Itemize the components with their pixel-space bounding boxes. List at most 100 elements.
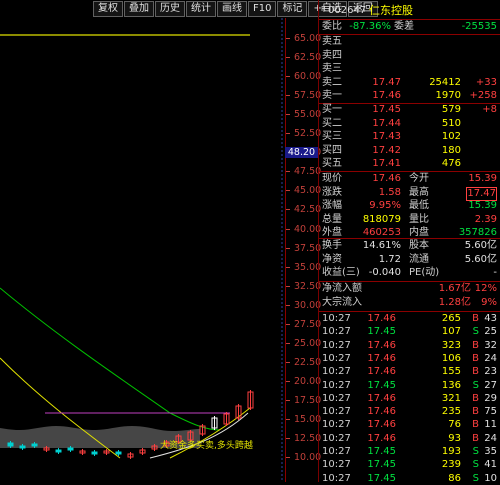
quote-value: 17.46 <box>372 173 401 184</box>
fundamental-value: 14.61% <box>362 240 401 251</box>
sell-level-row: 卖二 17.47 25412 +33 <box>319 77 500 89</box>
buy-level-volume: 102 <box>441 131 461 143</box>
tick-count: 32 <box>484 339 497 351</box>
axis-tickmark <box>286 114 290 116</box>
tick-side: B <box>472 392 479 404</box>
tick-count: 11 <box>484 419 497 431</box>
toolbar-button-1[interactable]: 叠加 <box>124 1 154 17</box>
sell-level-row: 卖三 <box>319 63 500 75</box>
buy-level-label: 买二 <box>322 117 342 129</box>
buy-level-price: 17.41 <box>372 158 401 170</box>
order-ratio-row: 委比 -87.36% 委差 -25535 <box>319 21 500 33</box>
axis-tickmark <box>286 266 290 268</box>
tick-time: 10:27 <box>322 366 351 378</box>
tick-price: 17.45 <box>367 379 396 391</box>
fundamental-row: 收益(三) -0.040 PE(动) - <box>319 267 500 279</box>
tick-list-row: 10:27 17.46 321 B 29 <box>319 393 500 405</box>
fundamental-label: 净资 <box>322 253 342 265</box>
sell-level-row: 卖四 <box>319 50 500 62</box>
tick-volume: 86 <box>448 472 461 484</box>
tick-list-row: 10:27 17.46 323 B 32 <box>319 340 500 352</box>
tick-volume: 235 <box>441 406 461 418</box>
sell-level-label: 卖四 <box>322 49 342 61</box>
toolbar-button-0[interactable]: 复权 <box>93 1 123 17</box>
axis-tickmark <box>286 380 290 382</box>
tick-time: 10:27 <box>322 406 351 418</box>
tick-time: 10:27 <box>322 352 351 364</box>
tick-time: 10:27 <box>322 419 351 431</box>
tick-side: B <box>472 339 479 351</box>
tick-count: 41 <box>484 459 497 471</box>
tick-time: 10:27 <box>322 379 351 391</box>
kline-chart[interactable]: 大资金多买卖,多头跨越 <box>0 18 285 482</box>
axis-tickmark <box>286 133 290 135</box>
tick-side: S <box>472 326 479 338</box>
buy-level-price: 17.42 <box>372 144 401 156</box>
ratio-value: -87.36% <box>349 21 391 32</box>
tick-count: 43 <box>484 313 497 324</box>
sell-level-volume: 25412 <box>429 76 461 88</box>
tick-price: 17.46 <box>367 313 396 324</box>
tick-volume: 193 <box>441 446 461 457</box>
toolbar-button-6[interactable]: 标记 <box>277 1 308 17</box>
tick-volume: 155 <box>441 366 461 378</box>
toolbar-button-4[interactable]: 画线 <box>217 1 247 17</box>
tick-price: 17.46 <box>367 419 396 431</box>
tick-list-row: 10:27 17.46 76 B 11 <box>319 419 500 431</box>
tick-count: 23 <box>484 366 497 378</box>
tick-price: 17.46 <box>367 432 396 444</box>
fundamental-label-2: 股本 <box>409 240 429 251</box>
tick-time: 10:27 <box>322 313 351 324</box>
quote-value-2: 17.47 <box>466 186 497 201</box>
buy-level-price: 17.44 <box>372 117 401 129</box>
tick-side: B <box>472 366 479 378</box>
tick-side: B <box>472 406 479 418</box>
buy-level-price: 17.45 <box>372 104 401 115</box>
tick-volume: 321 <box>441 392 461 404</box>
fund-flow-row: 大宗流入 1.28亿 9% <box>319 297 500 309</box>
sell-level-label: 卖二 <box>322 76 342 88</box>
fund-flow-value: 1.67亿 <box>438 283 471 294</box>
axis-tickmark <box>286 285 290 287</box>
tick-volume: 107 <box>441 326 461 338</box>
tick-side: B <box>472 313 479 324</box>
tick-list-row: 10:27 17.45 136 S 27 <box>319 380 500 392</box>
tick-count: 24 <box>484 432 497 444</box>
chart-annotation: 大资金多买卖,多头跨越 <box>160 439 253 451</box>
quote-value: 1.58 <box>378 186 401 198</box>
sell-level-label: 卖五 <box>322 36 342 47</box>
tick-list-row: 10:27 17.46 93 B 24 <box>319 433 500 445</box>
tick-count: 27 <box>484 379 497 391</box>
toolbar-button-2[interactable]: 历史 <box>155 1 185 17</box>
stock-name: 仁东控股 <box>369 4 413 17</box>
toolbar-button-5[interactable]: F10 <box>248 1 277 17</box>
tick-count: 35 <box>484 446 497 457</box>
quote-label: 涨幅 <box>322 200 342 211</box>
tick-price: 17.45 <box>367 326 396 338</box>
sell-level-label: 卖一 <box>322 90 342 102</box>
fund-flow-label: 大宗流入 <box>322 296 362 308</box>
tick-price: 17.45 <box>367 472 396 484</box>
fundamental-value-2: 5.60亿 <box>464 240 497 251</box>
tick-count: 10 <box>484 472 497 484</box>
fundamental-value-2: 5.60亿 <box>464 253 497 265</box>
tick-volume: 136 <box>441 379 461 391</box>
toolbar-button-3[interactable]: 统计 <box>186 1 216 17</box>
axis-tickmark <box>286 399 290 401</box>
fundamental-row: 净资 1.72 流通 5.60亿 <box>319 254 500 266</box>
fundamental-label-2: 流通 <box>409 253 429 265</box>
tick-side: S <box>472 459 479 471</box>
fund-flow-percent: 9% <box>481 296 497 308</box>
fundamental-row: 换手 14.61% 股本 5.60亿 <box>319 240 500 252</box>
fund-flow-label: 净流入额 <box>322 283 362 294</box>
quote-value-2: 15.39 <box>468 200 497 211</box>
fundamental-value: 1.72 <box>378 253 401 265</box>
quote-label-2: 最低 <box>409 200 429 211</box>
tick-volume: 76 <box>448 419 461 431</box>
buy-level-volume: 579 <box>441 104 461 115</box>
tick-side: B <box>472 352 479 364</box>
buy-level-price: 17.43 <box>372 131 401 143</box>
tick-volume: 265 <box>441 313 461 324</box>
sell-level-volume: 1970 <box>435 90 461 102</box>
quote-row: 总量 818079 量比 2.39 <box>319 214 500 226</box>
